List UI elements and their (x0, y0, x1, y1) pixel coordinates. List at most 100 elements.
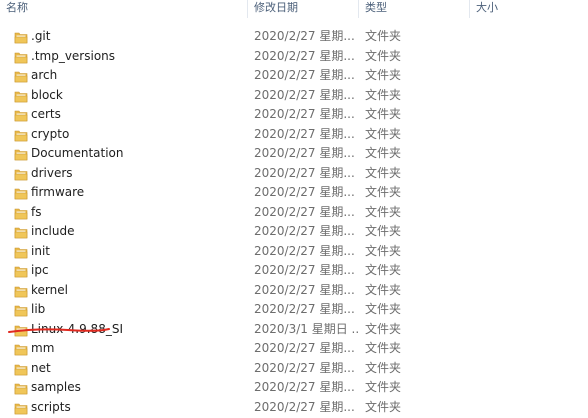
folder-icon (14, 91, 28, 102)
file-name: arch (31, 68, 58, 82)
file-row[interactable]: kernel 2020/2/27 星期... 文件夹 (0, 281, 588, 301)
file-type: 文件夹 (365, 263, 402, 277)
file-row[interactable]: lib 2020/2/27 星期... 文件夹 (0, 300, 588, 320)
folder-icon (14, 383, 28, 395)
file-name: crypto (31, 126, 70, 141)
column-header-date[interactable]: 修改日期 (248, 0, 358, 18)
folder-icon (14, 325, 28, 336)
folder-icon (14, 52, 28, 63)
file-row[interactable]: init 2020/2/27 星期... 文件夹 (0, 242, 588, 262)
file-name: mm (31, 341, 55, 355)
file-row[interactable]: scripts 2020/2/27 星期... 文件夹 (0, 398, 588, 418)
file-type: 文件夹 (365, 146, 402, 160)
file-row[interactable]: drivers 2020/2/27 星期... 文件夹 (0, 164, 588, 184)
file-name: Linux-4.9.88_SI (31, 321, 123, 336)
file-name: kernel (31, 282, 68, 297)
file-list: .git 2020/2/27 星期... 文件夹 .tmp_versions 2020/… (0, 27, 588, 417)
column-header-type[interactable]: 类型 (359, 0, 469, 18)
file-type: 文件夹 (365, 29, 402, 43)
file-row[interactable]: net 2020/2/27 星期... 文件夹 (0, 359, 588, 379)
file-modified-date: 2020/2/27 星期... (254, 380, 355, 394)
file-modified-date: 2020/2/27 星期... (254, 224, 355, 238)
column-header-bar: 名称 修改日期 类型 大小 (0, 0, 588, 20)
folder-icon (14, 110, 28, 122)
folder-icon (14, 403, 28, 414)
file-type: 文件夹 (365, 185, 402, 199)
folder-icon (14, 188, 28, 200)
file-name: samples (31, 380, 81, 394)
folder-icon (14, 305, 28, 317)
folder-icon (14, 247, 28, 258)
file-name: init (31, 243, 50, 258)
file-name: .git (31, 29, 51, 43)
file-modified-date: 2020/2/27 星期... (254, 87, 355, 102)
file-type: 文件夹 (365, 48, 402, 63)
file-type: 文件夹 (365, 204, 402, 219)
file-modified-date: 2020/2/27 星期... (254, 29, 355, 43)
file-type: 文件夹 (365, 243, 402, 258)
file-name: fs (31, 204, 42, 219)
file-row[interactable]: fs 2020/2/27 星期... 文件夹 (0, 203, 588, 223)
file-row[interactable]: certs 2020/2/27 星期... 文件夹 (0, 105, 588, 125)
file-row[interactable]: Linux-4.9.88_SI 2020/3/1 星期日 ... 文件夹 (0, 320, 588, 340)
file-type: 文件夹 (365, 224, 402, 238)
file-name: include (31, 224, 75, 238)
file-type: 文件夹 (365, 107, 402, 121)
file-name: Documentation (31, 146, 124, 160)
file-modified-date: 2020/3/1 星期日 ... (254, 321, 360, 336)
file-modified-date: 2020/2/27 星期... (254, 360, 355, 375)
file-type: 文件夹 (365, 321, 402, 336)
file-type: 文件夹 (365, 68, 402, 82)
folder-icon (14, 32, 28, 44)
file-name: net (31, 360, 51, 375)
file-name: block (31, 87, 63, 102)
file-name: scripts (31, 399, 71, 414)
file-type: 文件夹 (365, 165, 402, 180)
folder-icon (14, 208, 28, 219)
file-type: 文件夹 (365, 341, 402, 355)
file-modified-date: 2020/2/27 星期... (254, 146, 355, 160)
file-modified-date: 2020/2/27 星期... (254, 48, 355, 63)
folder-icon (14, 71, 28, 83)
file-modified-date: 2020/2/27 星期... (254, 126, 355, 141)
file-modified-date: 2020/2/27 星期... (254, 302, 355, 316)
folder-icon (14, 364, 28, 375)
folder-icon (14, 344, 28, 356)
file-row[interactable]: block 2020/2/27 星期... 文件夹 (0, 86, 588, 106)
folder-icon (14, 149, 28, 161)
file-type: 文件夹 (365, 399, 402, 414)
file-row[interactable]: .git 2020/2/27 星期... 文件夹 (0, 27, 588, 47)
file-row[interactable]: samples 2020/2/27 星期... 文件夹 (0, 378, 588, 398)
file-row[interactable]: mm 2020/2/27 星期... 文件夹 (0, 339, 588, 359)
file-modified-date: 2020/2/27 星期... (254, 204, 355, 219)
file-type: 文件夹 (365, 380, 402, 394)
file-name: ipc (31, 263, 49, 277)
folder-icon (14, 169, 28, 180)
file-name: firmware (31, 185, 85, 199)
file-modified-date: 2020/2/27 星期... (254, 68, 355, 82)
file-name: certs (31, 107, 61, 121)
file-row[interactable]: include 2020/2/27 星期... 文件夹 (0, 222, 588, 242)
file-type: 文件夹 (365, 282, 402, 297)
file-modified-date: 2020/2/27 星期... (254, 341, 355, 355)
file-row[interactable]: firmware 2020/2/27 星期... 文件夹 (0, 183, 588, 203)
file-modified-date: 2020/2/27 星期... (254, 107, 355, 121)
file-name: drivers (31, 165, 73, 180)
file-modified-date: 2020/2/27 星期... (254, 185, 355, 199)
file-row[interactable]: crypto 2020/2/27 星期... 文件夹 (0, 125, 588, 145)
file-row[interactable]: arch 2020/2/27 星期... 文件夹 (0, 66, 588, 86)
file-modified-date: 2020/2/27 星期... (254, 243, 355, 258)
folder-icon (14, 130, 28, 141)
column-header-name[interactable]: 名称 (0, 0, 247, 18)
file-modified-date: 2020/2/27 星期... (254, 282, 355, 297)
file-row[interactable]: .tmp_versions 2020/2/27 星期... 文件夹 (0, 47, 588, 67)
file-name: .tmp_versions (31, 48, 116, 63)
file-type: 文件夹 (365, 360, 402, 375)
file-type: 文件夹 (365, 126, 402, 141)
column-header-size[interactable]: 大小 (470, 0, 588, 18)
file-row[interactable]: ipc 2020/2/27 星期... 文件夹 (0, 261, 588, 281)
folder-icon (14, 227, 28, 239)
file-name: lib (31, 302, 46, 316)
folder-icon (14, 266, 28, 278)
file-row[interactable]: Documentation 2020/2/27 星期... 文件夹 (0, 144, 588, 164)
